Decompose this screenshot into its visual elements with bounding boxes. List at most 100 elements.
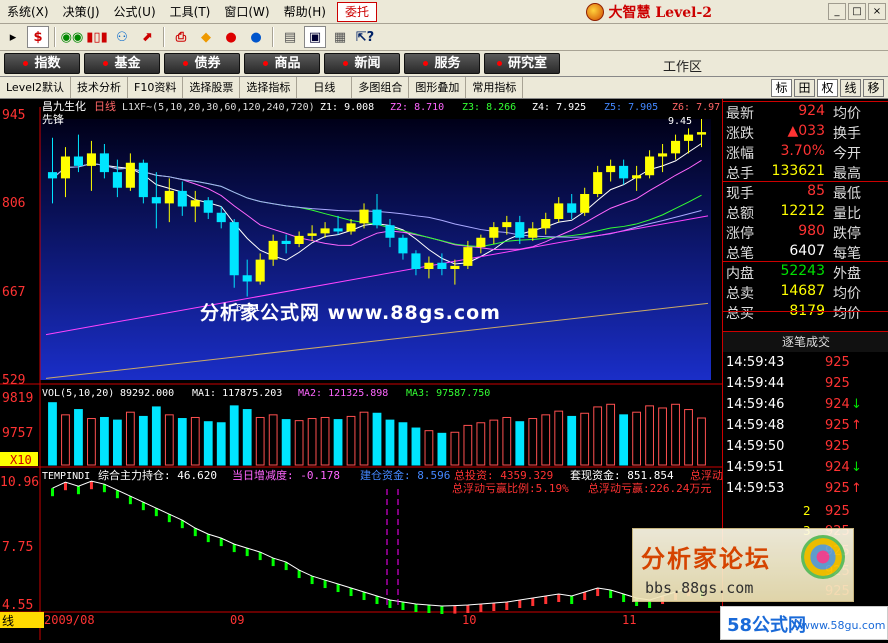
tick-row: 14:59:53 925 ↑ — [723, 481, 888, 503]
notepad-icon[interactable]: ▤ — [279, 26, 301, 48]
candle-body — [229, 222, 239, 276]
candle-body — [268, 240, 278, 260]
menu-window[interactable]: 窗口(W) — [217, 1, 276, 23]
ind-cash: 套现资金: 851.854 — [570, 468, 674, 482]
maximize-button[interactable]: □ — [848, 3, 866, 20]
quote-row: 总笔 6407 每笔 — [723, 243, 888, 263]
volume-bar — [281, 419, 291, 466]
red-circle-icon[interactable]: ● — [220, 26, 242, 48]
menu-formula[interactable]: 公式(U) — [107, 1, 163, 23]
dollar-icon[interactable]: $ — [27, 26, 49, 48]
price-tick: 806 — [2, 196, 25, 211]
vol-tick: 9819 — [2, 391, 33, 406]
quote-label-right: 跌停 — [833, 226, 861, 242]
quote-label-right: 每笔 — [833, 246, 861, 262]
menu-help[interactable]: 帮助(H) — [277, 1, 333, 23]
quote-value: 12212 — [780, 203, 825, 219]
candle-body — [216, 212, 226, 223]
candle-body — [320, 228, 330, 234]
research-button[interactable]: 研究室 — [484, 53, 560, 74]
service-button[interactable]: 服务 — [404, 53, 480, 74]
arrow-icon[interactable]: ▸ — [2, 26, 24, 48]
candle-body — [683, 134, 694, 141]
tab-f10[interactable]: F10资料 — [128, 77, 184, 98]
volume-bar — [359, 411, 369, 466]
menu-tools[interactable]: 工具(T) — [163, 1, 218, 23]
close-button[interactable]: × — [868, 3, 886, 20]
tick-price: 925 — [825, 418, 850, 433]
tab-select-stock[interactable]: 选择股票 — [183, 77, 241, 98]
tick-row: 14:59:43 925 — [723, 355, 888, 377]
chart-area[interactable]: 昌九生化 日线 L1XF~(5,10,20,30,60,120,240,720)… — [0, 99, 723, 640]
status-indicator[interactable]: 线 — [0, 612, 44, 628]
printer-icon[interactable]: ⎙ — [170, 26, 192, 48]
menu-decision[interactable]: 决策(J) — [56, 1, 107, 23]
site-url: www.58gu.com — [801, 619, 886, 632]
news-button[interactable]: 新闻 — [324, 53, 400, 74]
volume-bar — [61, 414, 70, 466]
kline-chart[interactable]: 昌九生化 日线 L1XF~(5,10,20,30,60,120,240,720)… — [0, 99, 723, 640]
tab-common-indicator[interactable]: 常用指标 — [466, 77, 524, 98]
period-label: 日线 — [94, 99, 116, 113]
volume-bar — [74, 409, 83, 466]
fund-label: 基金 — [114, 56, 141, 71]
candle-body — [450, 265, 460, 269]
candle-body — [476, 237, 486, 248]
blue-circle-icon[interactable]: ● — [245, 26, 267, 48]
bond-button[interactable]: 债券 — [164, 53, 240, 74]
z1-value: Z1: 9.008 — [320, 102, 374, 113]
quote-label: 涨幅 — [726, 146, 754, 162]
minimize-button[interactable]: _ — [828, 3, 846, 20]
tab-technical[interactable]: 技术分析 — [71, 77, 129, 98]
help-icon[interactable]: ⇱? — [354, 26, 376, 48]
tab-select-indicator[interactable]: 选择指标 — [240, 77, 298, 98]
volume-bar — [619, 414, 629, 466]
price-tick: 945 — [2, 108, 25, 123]
window-icon[interactable]: ▣ — [304, 26, 326, 48]
volume-bar — [398, 422, 408, 466]
volume-bar — [567, 415, 577, 466]
tick-price: 924 — [825, 460, 850, 475]
tick-price: 925 — [825, 376, 850, 391]
candle-body — [372, 209, 382, 226]
workzone-label[interactable]: 工作区 — [663, 56, 702, 75]
tab-daily[interactable]: 日线 — [297, 77, 353, 98]
volume-bar — [554, 410, 564, 466]
quote-value: 980 — [798, 223, 825, 239]
candle-body — [112, 172, 122, 188]
index-button[interactable]: 指数 — [4, 53, 80, 74]
candle-body — [177, 190, 187, 207]
rtab-right[interactable]: 权 — [817, 78, 838, 97]
rtab-grid[interactable]: 田 — [794, 78, 815, 97]
tick-row: 14:59:46 924 ↓ — [723, 397, 888, 419]
glasses-icon[interactable]: ◉◉ — [61, 26, 84, 48]
trade-entrust-button[interactable]: 委托 — [336, 1, 377, 22]
tick-time: 14:59:46 — [726, 397, 785, 412]
rtab-move[interactable]: 移 — [863, 78, 884, 97]
calendar-icon[interactable]: ▦ — [329, 26, 351, 48]
bars-icon[interactable]: ▮▯▮ — [86, 26, 108, 48]
tick-price: 925 — [825, 481, 850, 496]
toolbar: ▸ $ ◉◉ ▮▯▮ ⚇ ⬈ ⎙ ◆ ● ● ▤ ▣ ▦ ⇱? — [0, 24, 888, 51]
date-label: 11 — [622, 613, 636, 627]
chart-icon[interactable]: ⬈ — [136, 26, 158, 48]
tab-level2-default[interactable]: Level2默认 — [0, 77, 72, 98]
commodity-button[interactable]: 商品 — [244, 53, 320, 74]
ind-daily: 当日增减度: -0.178 — [232, 468, 340, 482]
quote-row: 涨跌 ▲033 换手 — [723, 123, 888, 143]
candle-body — [515, 222, 525, 238]
quote-label: 总手 — [726, 166, 754, 182]
rtab-mark[interactable]: 标 — [771, 78, 792, 97]
candle-body — [593, 172, 603, 194]
ind-amount: 总浮动亏赢:226.24万元 — [588, 481, 711, 495]
candle-body — [502, 222, 512, 228]
forum-url: bbs.88gs.com — [645, 579, 754, 597]
tab-multi-chart[interactable]: 多图组合 — [352, 77, 410, 98]
ind-tick: 10.96 — [0, 475, 39, 490]
diamond-icon[interactable]: ◆ — [195, 26, 217, 48]
fund-button[interactable]: 基金 — [84, 53, 160, 74]
menu-system[interactable]: 系统(X) — [0, 1, 56, 23]
rtab-line[interactable]: 线 — [840, 78, 861, 97]
binoculars-icon[interactable]: ⚇ — [111, 26, 133, 48]
tab-overlay[interactable]: 图形叠加 — [409, 77, 467, 98]
